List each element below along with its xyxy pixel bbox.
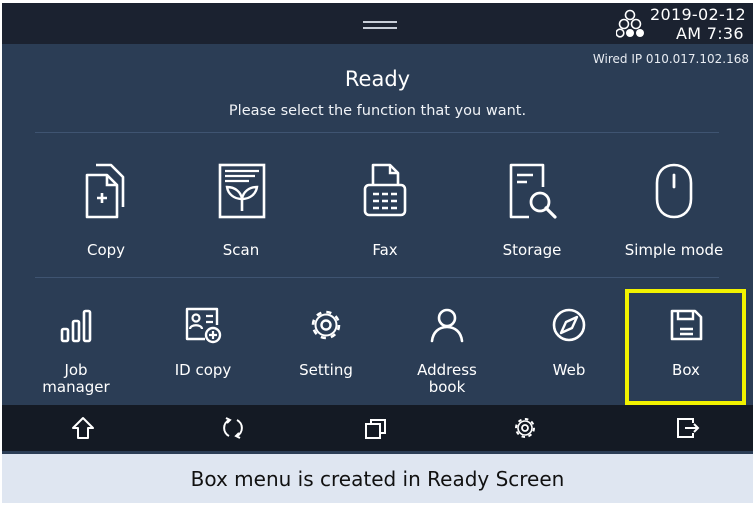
- status-date: 2019-02-12: [650, 5, 746, 24]
- copy-icon: [85, 163, 125, 219]
- job-manager-button[interactable]: Job manager: [33, 293, 119, 403]
- web-icon: [552, 308, 586, 342]
- id-copy-button[interactable]: ID copy: [160, 293, 246, 403]
- page-title: Ready: [344, 67, 411, 91]
- box-highlight-frame: [625, 289, 746, 405]
- storage-button[interactable]: Storage: [477, 153, 587, 268]
- fax-button[interactable]: Fax: [330, 153, 440, 268]
- simple-mode-icon: [655, 163, 693, 219]
- status-bar: 2019-02-12 AM 7:36: [2, 3, 753, 44]
- web-label: Web: [552, 361, 586, 379]
- simple-mode-button[interactable]: Simple mode: [619, 153, 729, 268]
- logout-icon[interactable]: [673, 415, 701, 441]
- reset-icon[interactable]: [219, 415, 247, 441]
- pull-down-handle[interactable]: [363, 19, 397, 31]
- settings-icon[interactable]: [511, 415, 539, 441]
- setting-label: Setting: [299, 361, 353, 379]
- address-book-label-line2: book: [428, 378, 466, 396]
- divider: [35, 277, 719, 278]
- job-manager-icon: [60, 309, 92, 343]
- job-manager-label: Job: [64, 361, 88, 379]
- scan-label: Scan: [222, 241, 260, 259]
- caption-bar: Box menu is created in Ready Screen: [2, 454, 753, 503]
- storage-icon: [509, 163, 557, 219]
- caption-text: Box menu is created in Ready Screen: [190, 467, 565, 491]
- simple-mode-label: Simple mode: [624, 241, 724, 259]
- id-copy-label: ID copy: [174, 361, 232, 379]
- scan-button[interactable]: Scan: [186, 153, 296, 268]
- id-copy-icon: [185, 307, 222, 344]
- address-book-button[interactable]: Address book: [404, 293, 490, 403]
- home-icon[interactable]: [69, 415, 97, 441]
- divider: [35, 132, 719, 133]
- storage-label: Storage: [502, 241, 562, 259]
- status-time: AM 7:36: [676, 24, 744, 43]
- web-button[interactable]: Web: [526, 293, 612, 403]
- network-status-icon: [616, 9, 644, 38]
- bottom-nav-bar: [2, 405, 753, 451]
- address-book-icon: [430, 308, 464, 343]
- fax-label: Fax: [372, 241, 398, 259]
- copy-button[interactable]: Copy: [51, 153, 161, 268]
- scan-icon: [218, 163, 266, 219]
- multitask-icon[interactable]: [362, 415, 390, 441]
- setting-button[interactable]: Setting: [283, 293, 369, 403]
- device-panel: 2019-02-12 AM 7:36 Wired IP 010.017.102.…: [2, 3, 753, 454]
- setting-icon: [311, 310, 341, 340]
- address-book-label: Address: [417, 361, 477, 379]
- job-manager-label-line2: manager: [42, 378, 110, 396]
- page-subtitle: Please select the function that you want…: [228, 103, 527, 119]
- ip-address-label: Wired IP 010.017.102.168: [592, 52, 749, 66]
- copy-label: Copy: [86, 241, 126, 259]
- fax-icon: [363, 163, 407, 217]
